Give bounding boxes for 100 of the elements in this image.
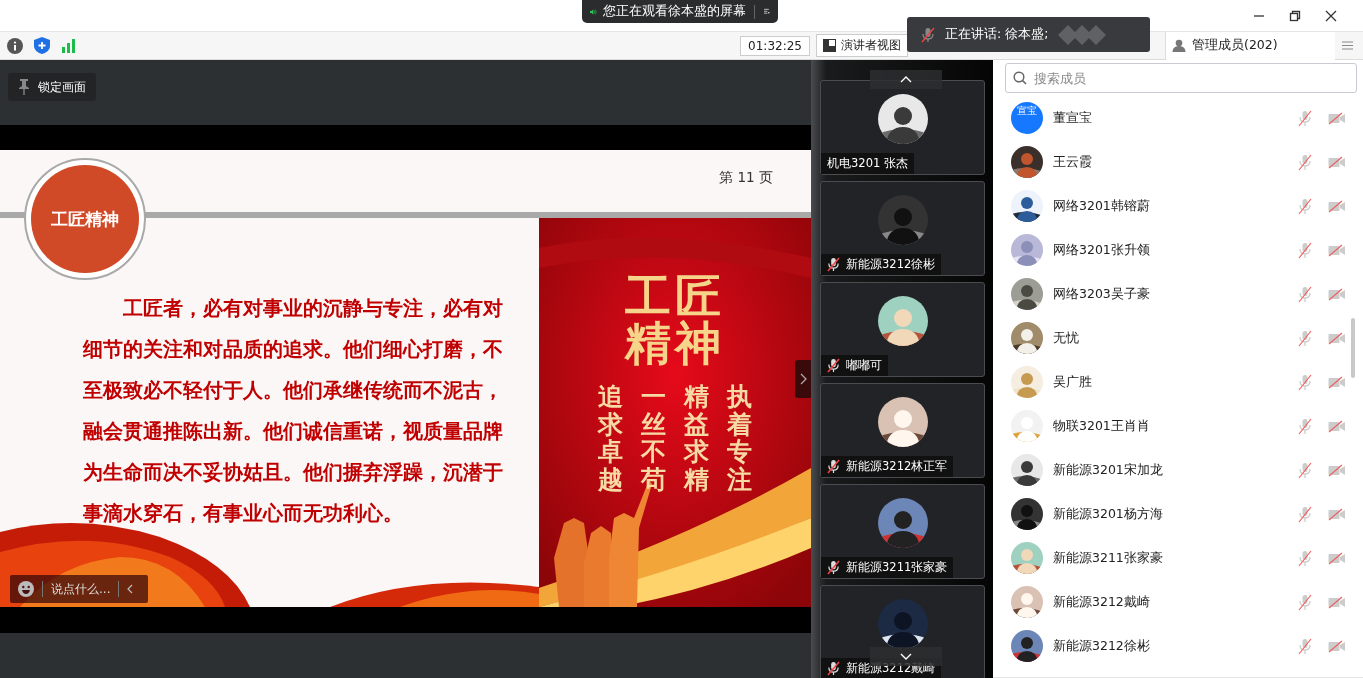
presenter-view-button[interactable]: 演讲者视图	[816, 34, 908, 57]
camera-off-icon[interactable]	[1328, 507, 1345, 521]
chevron-up-icon	[900, 76, 912, 83]
member-row[interactable]: 王云霞	[993, 140, 1363, 184]
video-tile[interactable]: 新能源3212林正军	[820, 383, 985, 478]
muted-mic-icon[interactable]	[1298, 153, 1312, 171]
camera-off-icon[interactable]	[1328, 287, 1345, 301]
participant-name: 嘟嘟可	[846, 358, 882, 373]
member-name: 新能源3201杨方海	[1053, 505, 1164, 523]
scroll-up-button[interactable]	[870, 70, 942, 89]
chevron-right-icon	[799, 373, 807, 385]
muted-mic-icon[interactable]	[1298, 461, 1312, 479]
video-tile[interactable]: 新能源3212徐彬	[820, 181, 985, 276]
video-tile[interactable]: 机电3201 张杰	[820, 80, 985, 175]
member-name: 吴广胜	[1053, 373, 1093, 391]
member-name: 新能源3201宋加龙	[1053, 461, 1164, 479]
muted-mic-icon[interactable]	[1298, 373, 1312, 391]
slide-paragraph: 工匠者，必有对事业的沉静与专注，必有对细节的关注和对品质的追求。他们细心打磨，不至极致必不轻付于人。他们承继传统而不泥古，融会贯通推陈出新。他们诚信重诺，视质量品牌为生命而决不妥协姑且。他们摒弃浮躁，沉潜于事滴水穿石，有事业心而无功利心。	[83, 295, 504, 527]
chevron-down-icon	[900, 653, 912, 660]
video-tile[interactable]: 新能源3212戴崎	[820, 585, 985, 678]
chat-input-field[interactable]: 说点什么...	[10, 575, 148, 603]
camera-off-icon[interactable]	[1328, 595, 1345, 609]
manage-members-button[interactable]: 管理成员(202)	[1165, 31, 1335, 60]
camera-off-icon[interactable]	[1328, 243, 1345, 257]
initials-avatar: 宣宝	[1011, 102, 1043, 134]
muted-mic-icon	[921, 26, 935, 43]
poster-title: 工匠 精神	[625, 273, 725, 367]
title-badge: 工匠精神	[24, 158, 146, 280]
emoji-icon[interactable]	[18, 581, 34, 597]
member-name: 物联3201王肖肖	[1053, 417, 1151, 435]
member-row[interactable]: 无忧	[993, 316, 1363, 360]
video-tile[interactable]: 新能源3211张家豪	[820, 484, 985, 579]
lock-screen-button[interactable]: 锁定画面	[8, 73, 96, 101]
layout-icon	[823, 39, 836, 52]
member-name: 新能源3211张家豪	[1053, 549, 1164, 567]
camera-off-icon[interactable]	[1328, 463, 1345, 477]
member-name: 新能源3212徐彬	[1053, 637, 1151, 655]
camera-off-icon[interactable]	[1328, 111, 1345, 125]
banner-text: 您正在观看徐本盛的屏幕	[602, 3, 746, 20]
menu-icon[interactable]	[764, 6, 770, 17]
poster-slogan: 执着专注	[727, 383, 752, 493]
pin-icon	[18, 79, 30, 95]
participant-name: 新能源3212戴崎	[846, 661, 936, 676]
muted-mic-icon[interactable]	[1298, 637, 1312, 655]
muted-mic-icon[interactable]	[1298, 241, 1312, 259]
member-row[interactable]: 宣宝 董宣宝	[993, 96, 1363, 140]
signal-icon	[61, 38, 77, 53]
blur-drawing	[1058, 23, 1107, 46]
search-icon	[1013, 71, 1027, 85]
member-row[interactable]: 新能源3201杨方海	[993, 492, 1363, 536]
member-row[interactable]: 网络3203吴子豪	[993, 272, 1363, 316]
member-name: 网络3201张升领	[1053, 241, 1151, 259]
camera-off-icon[interactable]	[1328, 199, 1345, 213]
muted-mic-icon[interactable]	[1298, 285, 1312, 303]
muted-mic-icon[interactable]	[1298, 593, 1312, 611]
participant-name: 机电3201 张杰	[827, 156, 908, 171]
restore-icon[interactable]	[1289, 9, 1301, 22]
member-name: 董宣宝	[1053, 109, 1093, 127]
camera-off-icon[interactable]	[1328, 331, 1345, 345]
camera-off-icon[interactable]	[1328, 419, 1345, 433]
member-row[interactable]: 新能源3212戴崎	[993, 580, 1363, 624]
muted-mic-icon[interactable]	[1298, 549, 1312, 567]
meeting-timer: 01:32:25	[740, 35, 810, 56]
member-name: 网络3203吴子豪	[1053, 285, 1151, 303]
muted-mic-icon[interactable]	[1298, 417, 1312, 435]
page-number: 第 11 页	[719, 169, 773, 187]
participant-name: 新能源3211张家豪	[846, 560, 948, 575]
member-name: 新能源3212戴崎	[1053, 593, 1151, 611]
poster-slogan: 精益求精	[684, 383, 709, 493]
poster-slogan: 追求卓越	[598, 383, 623, 493]
chevron-left-icon[interactable]	[127, 584, 134, 594]
camera-off-icon[interactable]	[1328, 551, 1345, 565]
poster-slogan: 一丝不苟	[641, 383, 666, 493]
collapse-handle[interactable]	[795, 360, 811, 398]
member-row[interactable]: 新能源3201宋加龙	[993, 448, 1363, 492]
member-row[interactable]: 新能源3212徐彬	[993, 624, 1363, 668]
camera-off-icon[interactable]	[1328, 639, 1345, 653]
member-row[interactable]: 网络3201韩镕蔚	[993, 184, 1363, 228]
video-tile[interactable]: 嘟嘟可	[820, 282, 985, 377]
member-row[interactable]: 物联3201王肖肖	[993, 404, 1363, 448]
member-name: 王云霞	[1053, 153, 1093, 171]
muted-mic-icon[interactable]	[1298, 109, 1312, 127]
speaker-name: 正在讲话: 徐本盛;	[945, 26, 1049, 43]
muted-mic-icon[interactable]	[1298, 329, 1312, 347]
camera-off-icon[interactable]	[1328, 155, 1345, 169]
muted-mic-icon[interactable]	[1298, 197, 1312, 215]
member-row[interactable]: 网络3201张升领	[993, 228, 1363, 272]
camera-off-icon[interactable]	[1328, 375, 1345, 389]
search-field[interactable]: 搜索成员	[1005, 63, 1357, 93]
muted-mic-icon[interactable]	[1298, 505, 1312, 523]
participant-name: 新能源3212林正军	[846, 459, 948, 474]
member-row[interactable]: 吴广胜	[993, 360, 1363, 404]
person-icon	[1172, 39, 1186, 52]
close-icon[interactable]	[1325, 9, 1337, 22]
participant-name: 新能源3212徐彬	[846, 257, 936, 272]
info-icon[interactable]	[7, 37, 23, 54]
menu-icon[interactable]	[1342, 41, 1353, 50]
member-name: 网络3201韩镕蔚	[1053, 197, 1151, 215]
shield-icon[interactable]	[34, 37, 50, 54]
member-row[interactable]: 新能源3211张家豪	[993, 536, 1363, 580]
